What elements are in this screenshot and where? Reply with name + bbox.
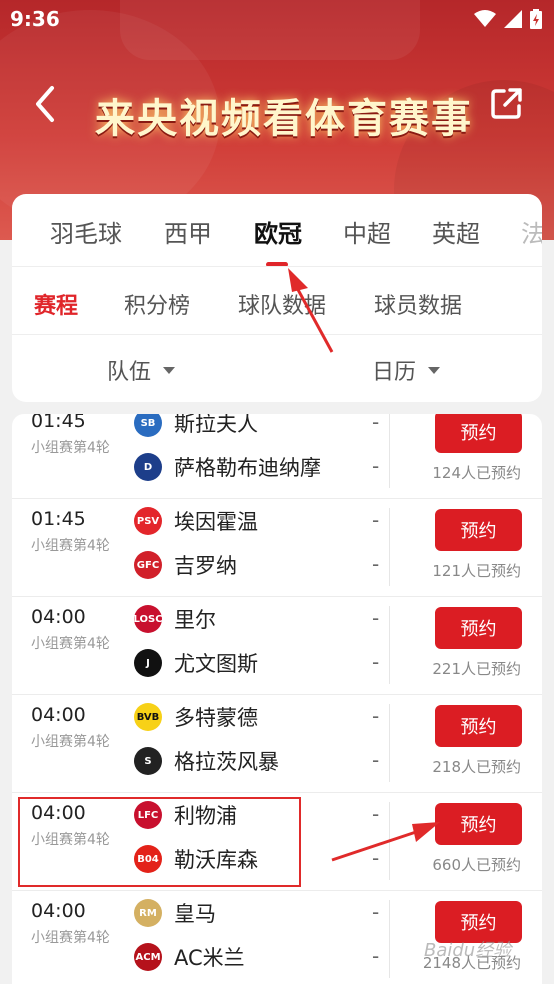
- status-bar: 9:36: [0, 0, 554, 38]
- match-time: 04:00: [31, 704, 86, 726]
- match-time: 04:00: [31, 900, 86, 922]
- match-row[interactable]: 01:45 小组赛第4轮 SB 斯拉夫人 D 萨格勒布迪纳摩 - - 预约 12…: [12, 414, 542, 499]
- subtab-standings[interactable]: 积分榜: [124, 288, 190, 320]
- away-team: ACM AC米兰: [134, 942, 245, 972]
- page-title: 来央视频看体育赛事: [95, 96, 473, 142]
- row-divider: [389, 414, 390, 488]
- tab-epl[interactable]: 英超: [432, 214, 480, 249]
- away-team-name: AC米兰: [174, 946, 245, 970]
- home-team-badge-icon: RM: [134, 899, 162, 927]
- home-team-name: 多特蒙德: [174, 706, 258, 730]
- away-score: -: [372, 944, 380, 968]
- home-team: SB 斯拉夫人: [134, 414, 258, 438]
- calendar-filter[interactable]: 日历: [372, 354, 441, 386]
- battery-icon: [530, 9, 542, 29]
- away-score: -: [372, 454, 380, 478]
- home-team: BVB 多特蒙德: [134, 702, 258, 732]
- team-filter[interactable]: 队伍: [107, 354, 176, 386]
- reserve-button[interactable]: 预约: [435, 705, 522, 747]
- highlight-box: [18, 797, 301, 887]
- reserve-button[interactable]: 预约: [435, 414, 522, 453]
- match-stage: 小组赛第4轮: [31, 636, 110, 652]
- status-icons: [474, 9, 542, 29]
- tab-csl[interactable]: 中超: [343, 214, 391, 249]
- tab-badminton[interactable]: 羽毛球: [50, 214, 122, 249]
- home-score: -: [372, 414, 380, 434]
- home-team-name: 皇马: [174, 902, 216, 926]
- calendar-filter-label: 日历: [372, 360, 417, 385]
- home-team-badge-icon: SB: [134, 414, 162, 437]
- back-arrow-icon[interactable]: [30, 84, 62, 124]
- away-team: D 萨格勒布迪纳摩: [134, 452, 321, 482]
- row-divider: [389, 900, 390, 978]
- reservation-count: 124人已预约: [432, 464, 521, 482]
- home-score: -: [372, 704, 380, 728]
- subtab-player-stats[interactable]: 球员数据: [374, 288, 462, 320]
- match-row[interactable]: 04:00 小组赛第4轮 BVB 多特蒙德 S 格拉茨风暴 - - 预约 218…: [12, 694, 542, 793]
- home-team: RM 皇马: [134, 898, 216, 928]
- away-team-badge-icon: S: [134, 747, 162, 775]
- watermark: Baidu经验: [424, 940, 512, 961]
- match-row[interactable]: 01:45 小组赛第4轮 PSV 埃因霍温 GFC 吉罗纳 - - 预约 121…: [12, 498, 542, 597]
- reserve-button[interactable]: 预约: [435, 607, 522, 649]
- away-team-name: 吉罗纳: [174, 554, 237, 578]
- home-team-badge-icon: LOSC: [133, 605, 163, 633]
- wifi-icon: [474, 10, 496, 27]
- home-team: LOSC 里尔: [133, 604, 216, 634]
- home-team-name: 埃因霍温: [174, 510, 258, 534]
- tab-ucl[interactable]: 欧冠: [254, 214, 302, 249]
- home-score: -: [372, 606, 380, 630]
- reservation-count: 221人已预约: [432, 660, 521, 678]
- match-row[interactable]: 04:00 小组赛第4轮 LOSC 里尔 J 尤文图斯 - - 预约 221人已…: [12, 596, 542, 695]
- away-team-name: 萨格勒布迪纳摩: [174, 456, 321, 480]
- home-team-name: 里尔: [174, 608, 216, 632]
- caret-down-icon: [428, 366, 441, 374]
- away-team: J 尤文图斯: [134, 648, 258, 678]
- reserve-button[interactable]: 预约: [435, 803, 522, 845]
- reserve-button[interactable]: 预约: [435, 509, 522, 551]
- annotation-arrow-up: [288, 268, 334, 353]
- caret-down-icon: [163, 366, 176, 374]
- signal-icon: [504, 10, 522, 28]
- row-divider: [389, 606, 390, 684]
- match-stage: 小组赛第4轮: [31, 930, 110, 946]
- reservation-count: 121人已预约: [432, 562, 521, 580]
- home-team-badge-icon: PSV: [134, 507, 162, 535]
- home-team-badge-icon: BVB: [134, 703, 162, 731]
- away-team-name: 尤文图斯: [174, 652, 258, 676]
- league-tabs: 羽毛球 西甲 欧冠 中超 英超 法: [12, 194, 542, 267]
- match-time: 01:45: [31, 414, 86, 432]
- away-team: GFC 吉罗纳: [134, 550, 237, 580]
- home-score: -: [372, 508, 380, 532]
- share-icon[interactable]: [490, 86, 524, 120]
- away-team-badge-icon: J: [134, 649, 162, 677]
- away-score: -: [372, 748, 380, 772]
- away-team: S 格拉茨风暴: [134, 746, 279, 776]
- away-team-badge-icon: ACM: [134, 943, 162, 971]
- home-team-name: 斯拉夫人: [174, 414, 258, 436]
- match-list: 01:45 小组赛第4轮 SB 斯拉夫人 D 萨格勒布迪纳摩 - - 预约 12…: [12, 414, 542, 984]
- away-score: -: [372, 552, 380, 576]
- reservation-count: 218人已预约: [432, 758, 521, 776]
- home-team: PSV 埃因霍温: [134, 506, 258, 536]
- team-filter-label: 队伍: [107, 360, 152, 385]
- subtab-schedule[interactable]: 赛程: [34, 288, 78, 320]
- tab-ligue1[interactable]: 法: [521, 214, 542, 249]
- match-stage: 小组赛第4轮: [31, 734, 110, 750]
- match-stage: 小组赛第4轮: [31, 440, 110, 456]
- home-score: -: [372, 900, 380, 924]
- match-stage: 小组赛第4轮: [31, 538, 110, 554]
- row-divider: [389, 508, 390, 586]
- match-time: 04:00: [31, 606, 86, 628]
- away-team-name: 格拉茨风暴: [174, 750, 279, 774]
- tab-laliga[interactable]: 西甲: [164, 214, 212, 249]
- annotation-arrow-right: [331, 822, 440, 862]
- away-team-badge-icon: GFC: [134, 551, 162, 579]
- row-divider: [389, 704, 390, 782]
- match-time: 01:45: [31, 508, 86, 530]
- away-team-badge-icon: D: [134, 453, 162, 481]
- status-time: 9:36: [10, 7, 60, 31]
- away-score: -: [372, 650, 380, 674]
